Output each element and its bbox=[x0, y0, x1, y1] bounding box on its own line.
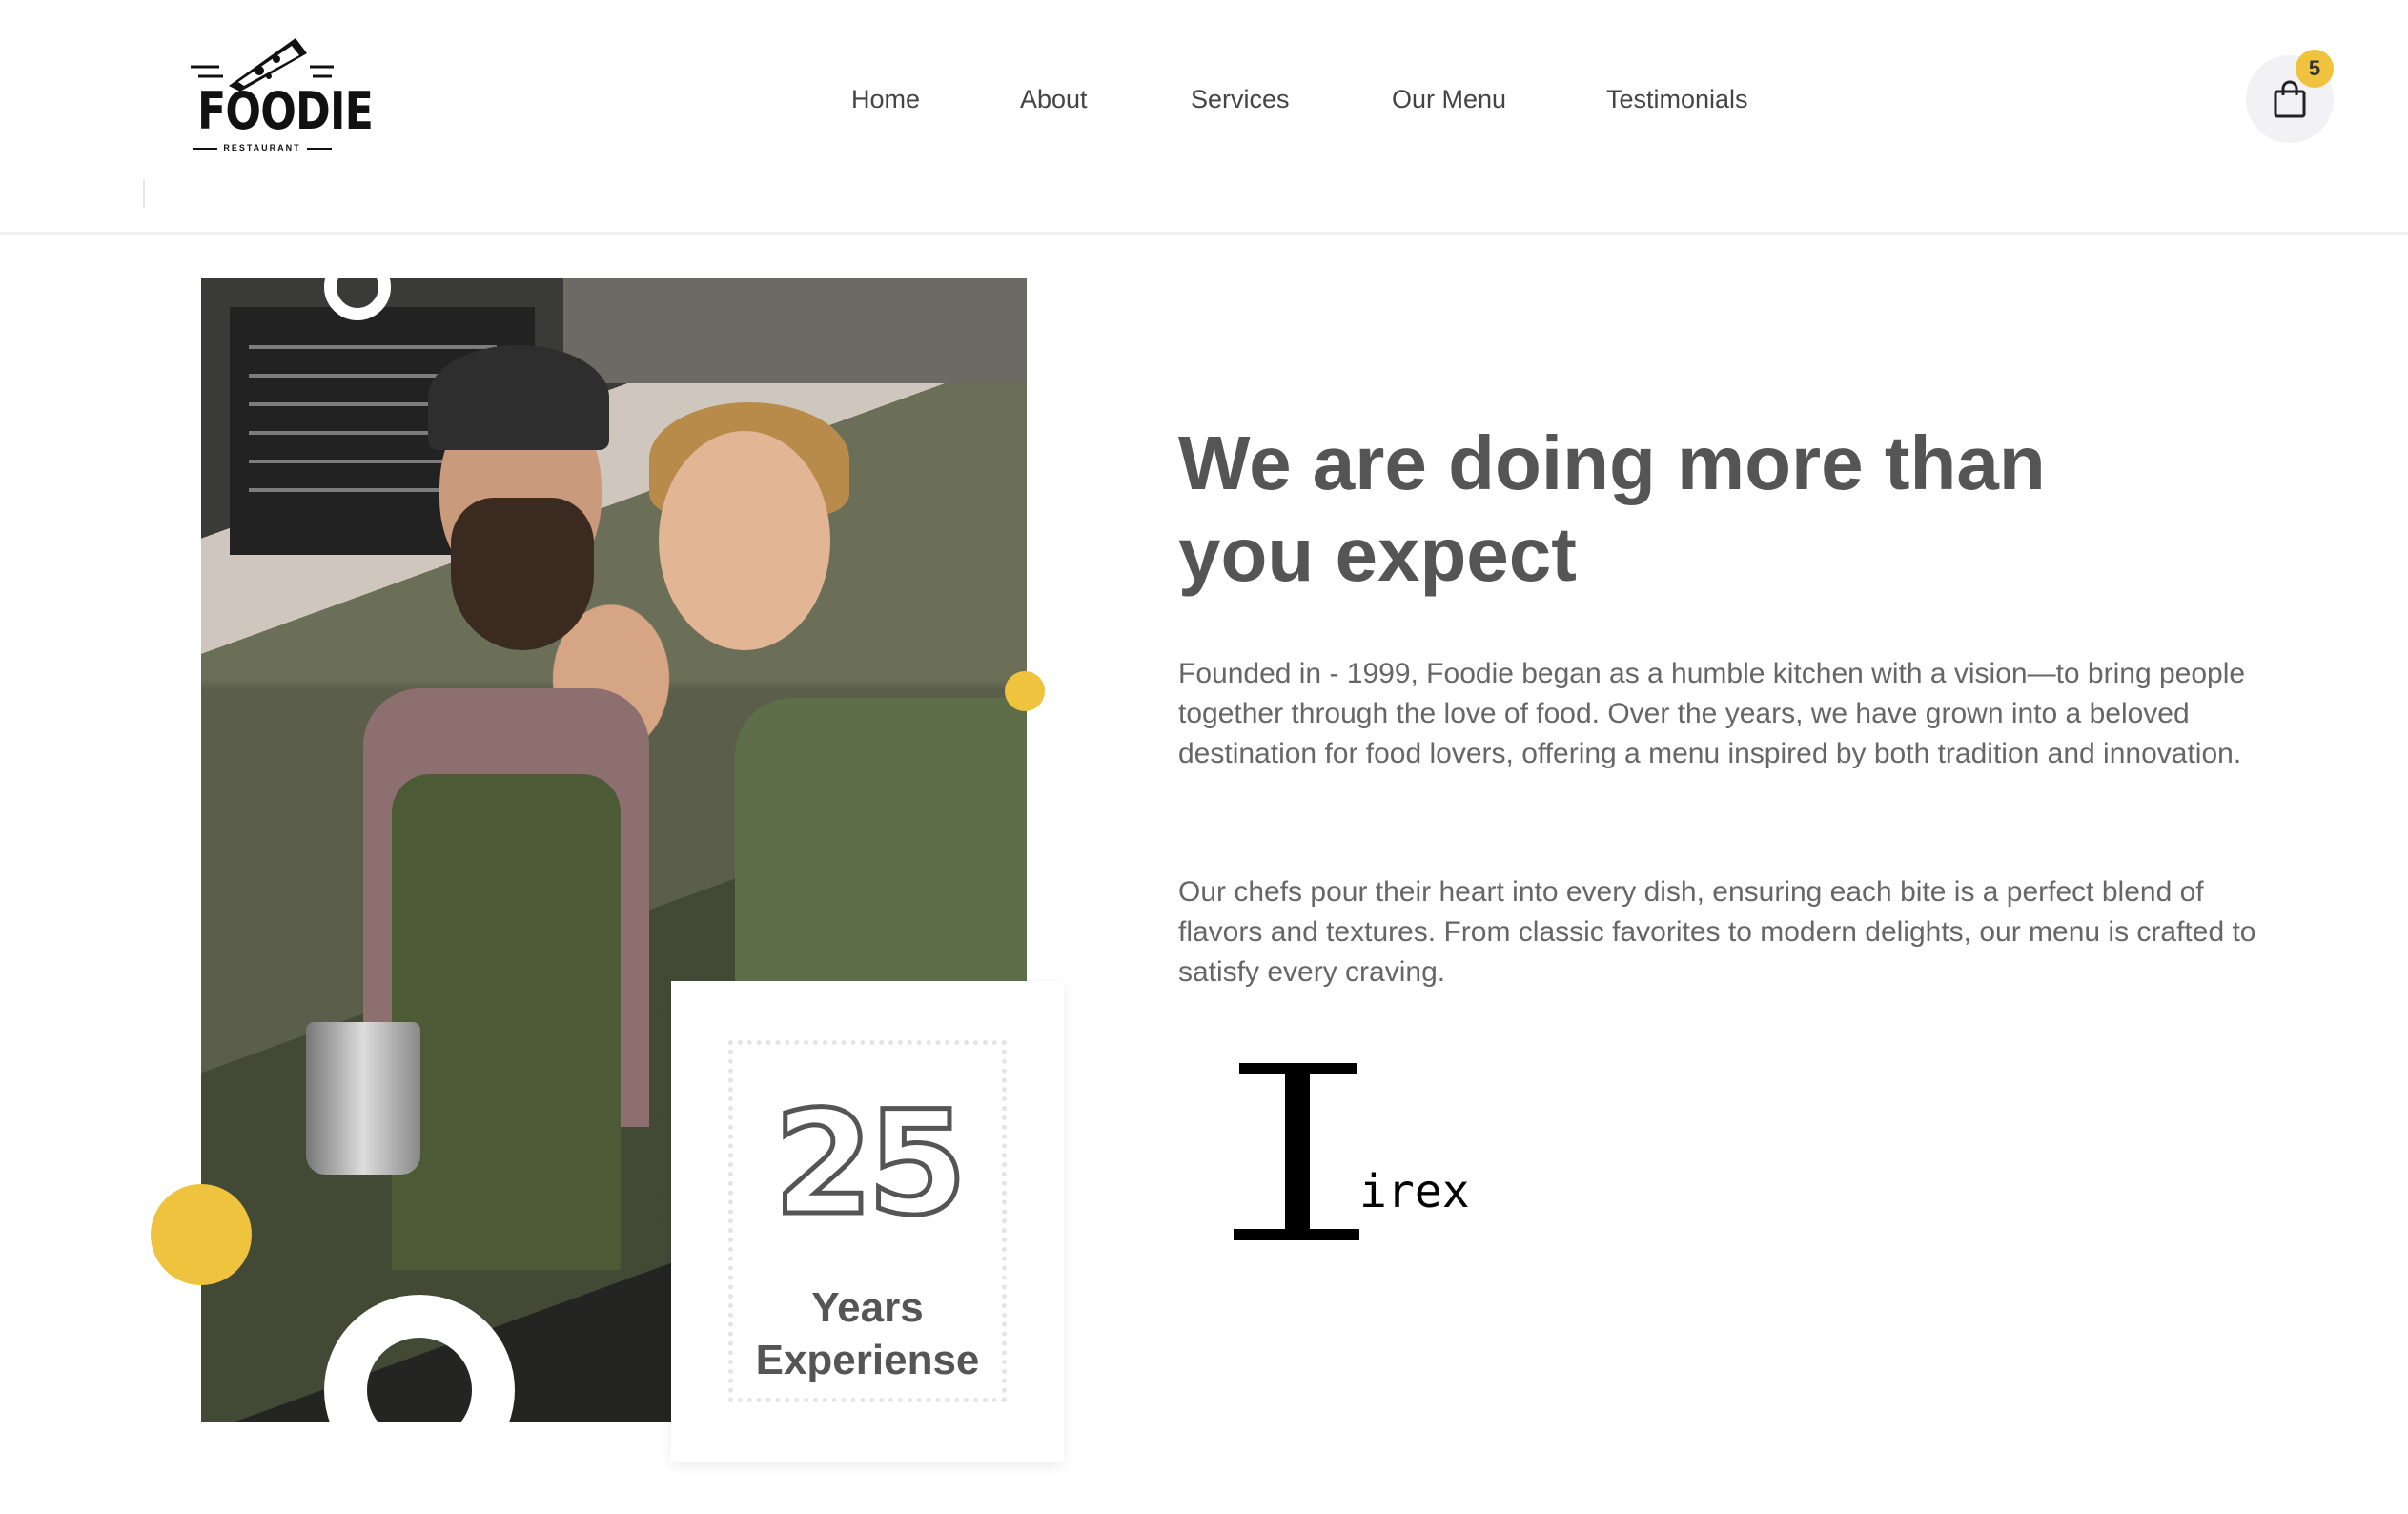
beard bbox=[451, 498, 594, 650]
experience-label: Years Experiense bbox=[733, 1281, 1002, 1386]
heading-line1: We are doing more than bbox=[1178, 420, 2046, 505]
signature-stroke bbox=[1285, 1063, 1310, 1235]
nav-home[interactable]: Home bbox=[851, 80, 920, 118]
shelf bbox=[563, 278, 1027, 383]
about-paragraph: Founded in - 1999, Foodie began as a hum… bbox=[1178, 658, 2246, 769]
milk-pitcher bbox=[306, 1022, 420, 1175]
decorative-ring bbox=[324, 254, 391, 320]
heading-line2: you expect bbox=[1178, 512, 1577, 597]
nav-our-menu[interactable]: Our Menu bbox=[1392, 80, 1506, 118]
signature-stroke bbox=[1234, 1229, 1359, 1240]
signature: irex bbox=[1230, 1063, 1487, 1244]
logo-subtitle: RESTAURANT bbox=[181, 143, 343, 153]
nav-about[interactable]: About bbox=[1020, 80, 1088, 118]
logo-wordmark: FOODIE bbox=[196, 81, 374, 141]
barista-head bbox=[659, 431, 830, 650]
signature-text: irex bbox=[1359, 1165, 1470, 1218]
experience-label-line1: Years bbox=[811, 1284, 924, 1331]
experience-years-number: 25 bbox=[771, 1081, 969, 1247]
cart-count-badge: 5 bbox=[2296, 50, 2334, 88]
section-heading: We are doing more than you expect bbox=[1178, 418, 2227, 601]
about-paragraph: Our chefs pour their heart into every di… bbox=[1178, 876, 2256, 988]
site-header: FOODIE RESTAURANT Home About Services Ou… bbox=[0, 0, 2408, 235]
nav-testimonials[interactable]: Testimonials bbox=[1606, 80, 1748, 118]
decorative-dot bbox=[1005, 671, 1045, 711]
experience-label-line2: Experiense bbox=[755, 1337, 980, 1383]
decorative-dot bbox=[151, 1184, 252, 1285]
shopping-bag-icon bbox=[2274, 80, 2306, 118]
decorative-ring bbox=[324, 1295, 515, 1485]
foodie-logo[interactable]: FOODIE RESTAURANT bbox=[181, 29, 374, 162]
apron bbox=[392, 774, 621, 1270]
beanie bbox=[428, 345, 609, 450]
experience-card-border: 25 Years Experiense bbox=[728, 1040, 1007, 1402]
experience-card: 25 Years Experiense bbox=[671, 981, 1064, 1462]
nav-services[interactable]: Services bbox=[1191, 80, 1290, 118]
divider bbox=[143, 179, 145, 208]
